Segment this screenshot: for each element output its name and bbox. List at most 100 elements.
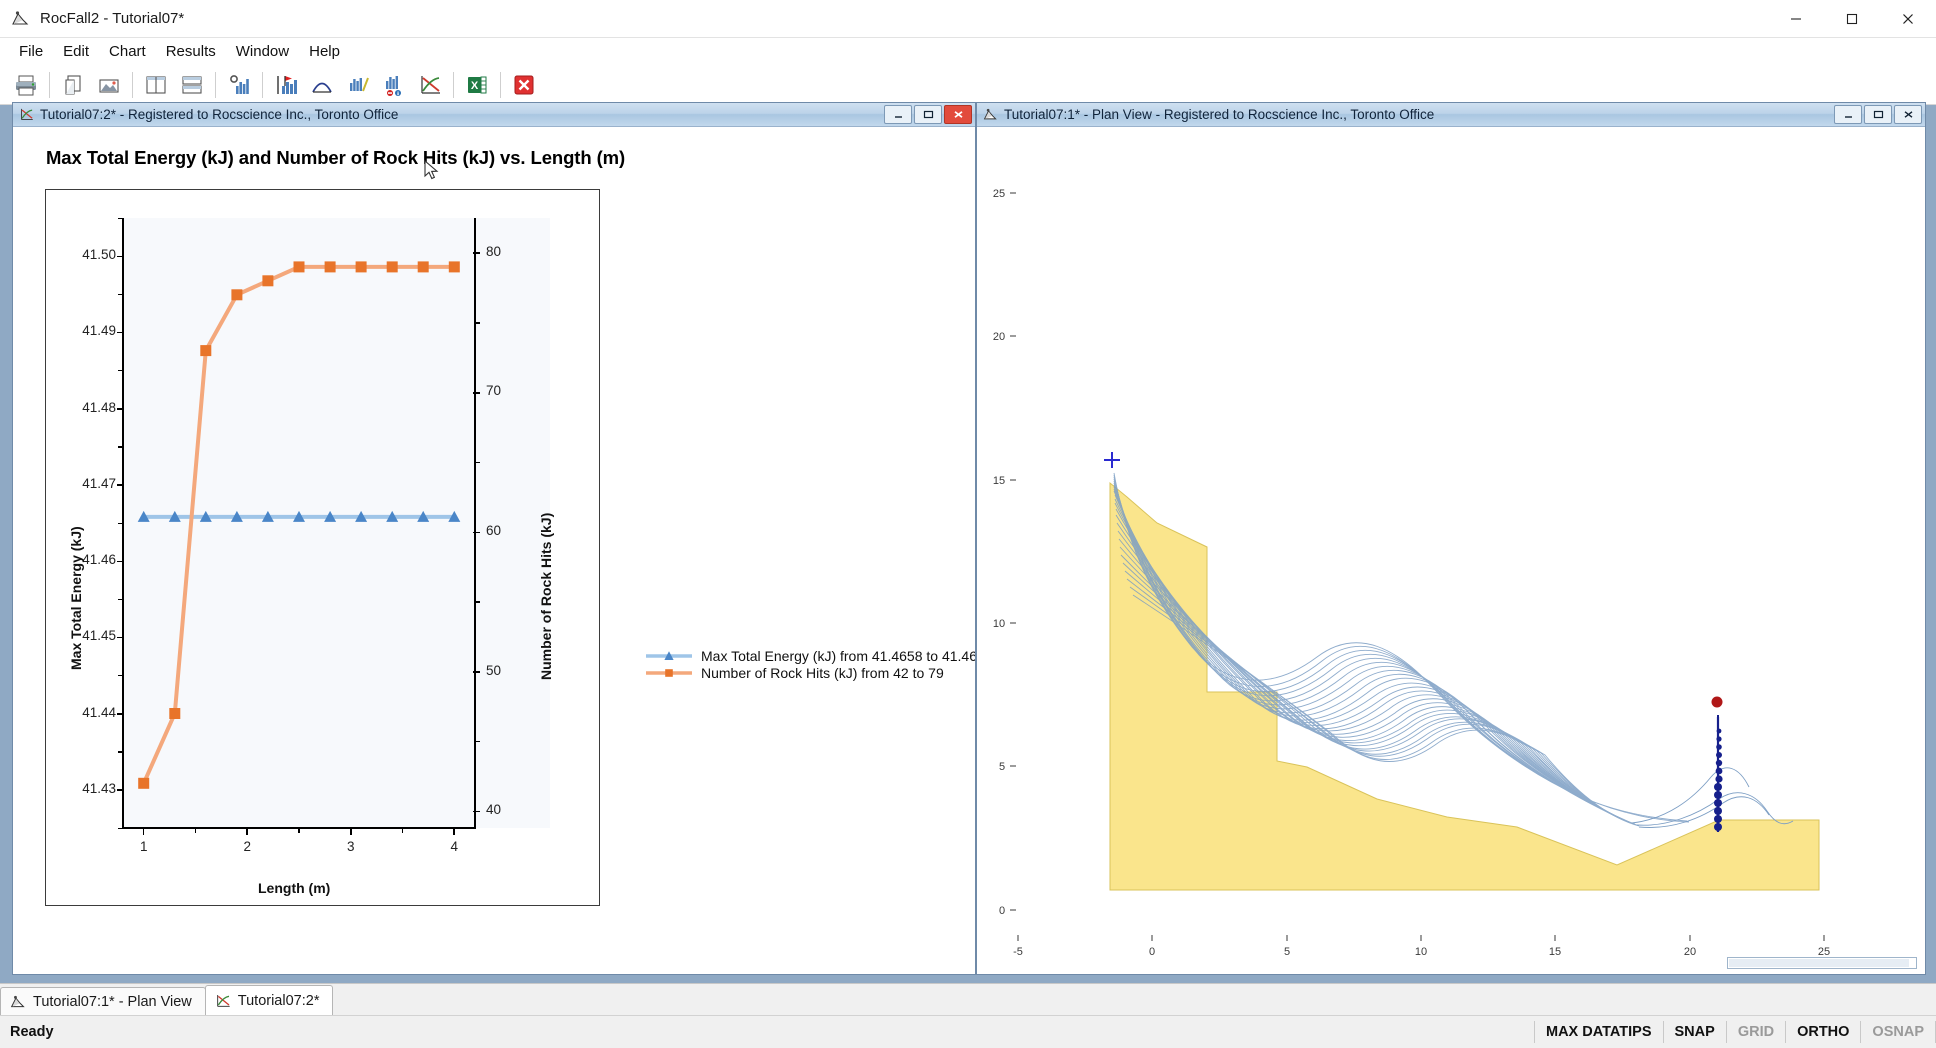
close-chart-icon[interactable] — [506, 68, 542, 102]
status-bar: Ready MAX DATATIPS SNAP GRID ORTHO OSNAP — [0, 1015, 1936, 1048]
mdi-workspace: Tutorial07:2* - Registered to Rocscience… — [0, 102, 1936, 983]
menu-item-window[interactable]: Window — [226, 40, 299, 63]
chart-window-title: Tutorial07:2* - Registered to Rocscience… — [40, 107, 399, 122]
plan-window-controls — [1834, 105, 1922, 124]
series-marker[interactable] — [417, 261, 429, 273]
copy-image-icon[interactable] — [91, 68, 127, 102]
tab-plan-view[interactable]: Tutorial07:1* - Plan View — [0, 987, 206, 1015]
window-controls — [1768, 0, 1936, 38]
svg-text:5: 5 — [1284, 946, 1290, 958]
menu-item-results[interactable]: Results — [156, 40, 226, 63]
plan-y-axis: 25 20 15 10 5 0 — [993, 188, 1016, 917]
window-title-bar: RocFall2 - Tutorial07* — [0, 0, 1936, 38]
svg-text:10: 10 — [993, 618, 1005, 630]
status-max-datatips[interactable]: MAX DATATIPS — [1533, 1021, 1663, 1043]
series-svg — [137, 261, 461, 789]
series-marker[interactable] — [200, 345, 212, 357]
series-marker[interactable] — [231, 289, 243, 301]
envelope-chart-icon[interactable] — [304, 68, 340, 102]
maximize-button[interactable] — [1824, 0, 1880, 38]
tab-label-plan-view: Tutorial07:1* - Plan View — [33, 993, 192, 1010]
xy-chart-icon — [19, 107, 34, 122]
toolbar-separator — [132, 71, 133, 98]
plan-window-title-bar[interactable]: Tutorial07:1* - Plan View - Registered t… — [977, 103, 1925, 127]
svg-text:25: 25 — [993, 188, 1005, 200]
plan-view-child-window: Tutorial07:1* - Plan View - Registered t… — [976, 102, 1926, 975]
series-marker[interactable] — [386, 261, 398, 273]
print-icon[interactable] — [8, 68, 44, 102]
status-grid[interactable]: GRID — [1725, 1021, 1785, 1043]
svg-text:20: 20 — [1684, 946, 1696, 958]
toolbar-separator — [49, 71, 50, 98]
plan-window-body: 25 20 15 10 5 0 -5 0 5 10 15 20 25 — [977, 127, 1925, 974]
toolbar-separator — [215, 71, 216, 98]
seeder-marker — [1104, 452, 1120, 468]
rocfall-icon — [983, 107, 998, 122]
status-osnap[interactable]: OSNAP — [1860, 1021, 1936, 1043]
distribution-chart-icon[interactable] — [340, 68, 376, 102]
legend-symbol-triangle — [646, 649, 692, 663]
svg-text:15: 15 — [993, 475, 1005, 487]
minimize-button[interactable] — [1768, 0, 1824, 38]
plan-maximize-button[interactable] — [1864, 105, 1892, 124]
legend-label-hits: Number of Rock Hits (kJ) from 42 to 79 — [701, 665, 944, 681]
series-marker[interactable] — [448, 261, 460, 273]
toolbar-separator — [262, 71, 263, 98]
copy-icon[interactable] — [55, 68, 91, 102]
close-button[interactable] — [1880, 0, 1936, 38]
info-chart-icon[interactable] — [376, 68, 412, 102]
menu-item-edit[interactable]: Edit — [53, 40, 99, 63]
menu-bar: File Edit Chart Results Window Help — [0, 38, 1936, 65]
tile-vertical-icon[interactable] — [138, 68, 174, 102]
series-marker[interactable] — [169, 708, 181, 719]
series-marker[interactable] — [293, 261, 305, 273]
plan-minimize-button[interactable] — [1834, 105, 1862, 124]
svg-text:0: 0 — [1149, 946, 1155, 958]
window-title: RocFall2 - Tutorial07* — [40, 10, 185, 27]
barrier-chart-icon[interactable] — [268, 68, 304, 102]
chart-legend: Max Total Energy (kJ) from 41.4658 to 41… — [646, 648, 975, 682]
series-line-hits — [141, 264, 455, 785]
scrollbar-thumb[interactable] — [1729, 959, 1909, 967]
legend-item-hits[interactable]: Number of Rock Hits (kJ) from 42 to 79 — [646, 665, 975, 681]
tab-label-chart: Tutorial07:2* — [237, 992, 320, 1009]
svg-text:5: 5 — [999, 761, 1005, 773]
status-toggles: MAX DATATIPS SNAP GRID ORTHO OSNAP — [1533, 1016, 1936, 1048]
xy-chart-icon — [215, 993, 231, 1009]
toolbar-separator — [500, 71, 501, 98]
tile-horizontal-icon[interactable] — [174, 68, 210, 102]
menu-item-help[interactable]: Help — [299, 40, 350, 63]
chart-window-title-bar[interactable]: Tutorial07:2* - Registered to Rocscience… — [13, 103, 975, 127]
chart-child-window: Tutorial07:2* - Registered to Rocscience… — [12, 102, 976, 975]
chart-title: Max Total Energy (kJ) and Number of Rock… — [46, 147, 626, 168]
data-settings-chart-icon[interactable] — [221, 68, 257, 102]
svg-text:10: 10 — [1415, 946, 1427, 958]
series-marker[interactable] — [324, 261, 336, 273]
menu-item-file[interactable]: File — [9, 40, 53, 63]
menu-item-chart[interactable]: Chart — [99, 40, 156, 63]
xy-chart-icon[interactable] — [412, 68, 448, 102]
svg-text:X: X — [471, 80, 479, 92]
chart-window-body: Max Total Energy (kJ) and Number of Rock… — [13, 127, 975, 974]
rocfall-icon — [11, 9, 30, 28]
plan-close-button[interactable] — [1894, 105, 1922, 124]
chart-maximize-button[interactable] — [914, 105, 942, 124]
legend-item-energy[interactable]: Max Total Energy (kJ) from 41.4658 to 41… — [646, 648, 975, 664]
series-marker[interactable] — [262, 275, 274, 287]
chart-window-controls — [884, 105, 972, 124]
status-snap[interactable]: SNAP — [1662, 1021, 1726, 1043]
slope-profile — [1109, 481, 1820, 891]
plan-view-canvas[interactable]: 25 20 15 10 5 0 -5 0 5 10 15 20 25 — [977, 127, 1925, 974]
horizontal-scrollbar[interactable] — [1727, 957, 1917, 969]
toolbar-separator — [453, 71, 454, 98]
tab-chart[interactable]: Tutorial07:2* — [204, 985, 334, 1015]
legend-symbol-square — [646, 666, 692, 680]
svg-text:-5: -5 — [1013, 946, 1023, 958]
status-ortho[interactable]: ORTHO — [1785, 1021, 1860, 1043]
series-marker[interactable] — [138, 777, 150, 789]
chart-close-button[interactable] — [944, 105, 972, 124]
plan-x-axis: -5 0 5 10 15 20 25 — [1013, 935, 1830, 958]
series-marker[interactable] — [355, 261, 367, 273]
chart-minimize-button[interactable] — [884, 105, 912, 124]
export-excel-icon[interactable]: X — [459, 68, 495, 102]
